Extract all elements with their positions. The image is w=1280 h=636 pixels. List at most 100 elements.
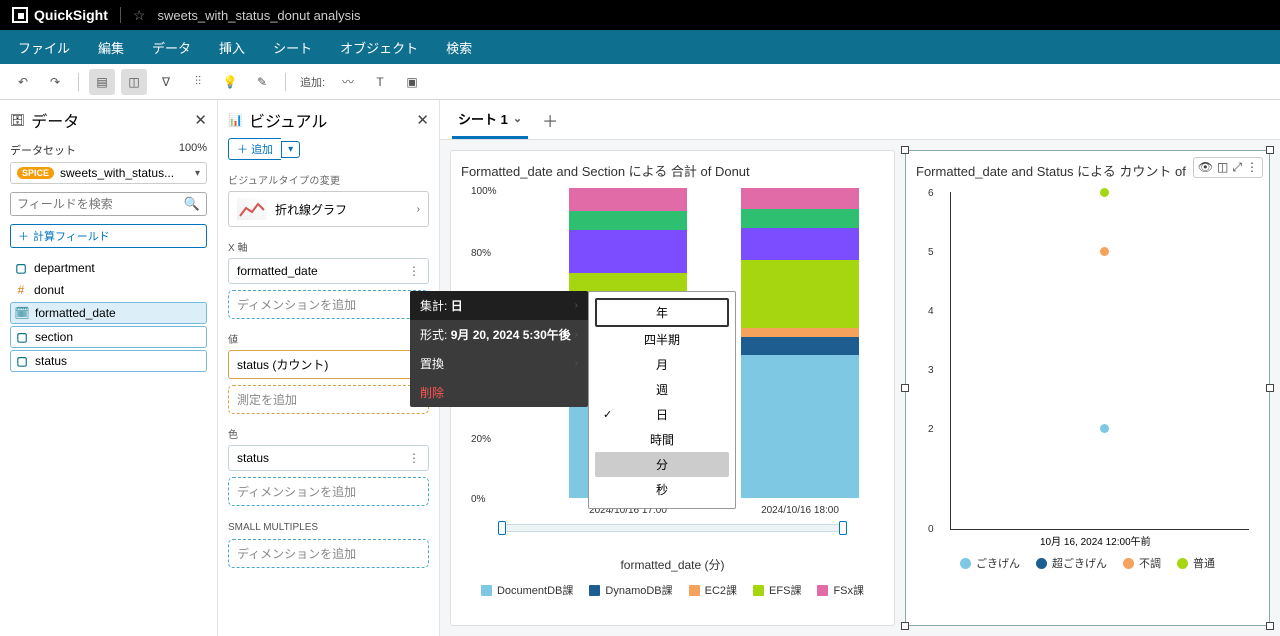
- close-visual-panel[interactable]: ✕: [416, 111, 429, 129]
- xaxis-field-well[interactable]: formatted_date ⋮: [228, 258, 429, 284]
- parameters-icon[interactable]: ⫶⫶: [185, 69, 211, 95]
- ctx-delete[interactable]: 削除: [410, 378, 588, 407]
- resize-handle[interactable]: [901, 146, 909, 154]
- field-list: ▢department #donut 🗓formatted_date ▢sect…: [10, 258, 207, 372]
- field-status[interactable]: ▢status: [10, 350, 207, 372]
- agg-quarter[interactable]: 四半期: [595, 327, 729, 352]
- resize-handle[interactable]: [901, 622, 909, 630]
- chart-plot: 6 5 4 3 2 0 10月 16, 2024 12:00午前: [950, 186, 1259, 546]
- color-field-well[interactable]: status ⋮: [228, 445, 429, 471]
- search-icon: 🔍: [184, 196, 200, 212]
- add-sheet-button[interactable]: ＋: [536, 108, 564, 132]
- resize-handle[interactable]: [1266, 622, 1274, 630]
- string-icon: ▢: [15, 354, 29, 368]
- redo-button[interactable]: ↷: [42, 69, 68, 95]
- actions-icon[interactable]: ✎: [249, 69, 275, 95]
- menu-edit[interactable]: 編集: [98, 38, 124, 57]
- brand: QuickSight: [12, 7, 108, 23]
- canvas: シート 1 ⌄ ＋ Formatted_date and Section による…: [440, 100, 1280, 636]
- resize-handle[interactable]: [901, 384, 909, 392]
- chart-count-by-status[interactable]: 👁 ◫ ⤢ ⋮ Formatted_date and Status による カウ…: [905, 150, 1270, 626]
- settings-icon[interactable]: ◫: [1217, 160, 1228, 175]
- number-icon: #: [14, 283, 28, 297]
- range-slider[interactable]: [501, 524, 844, 532]
- more-icon[interactable]: ⋮: [408, 264, 420, 278]
- x-tick: 10月 16, 2024 12:00午前: [1040, 533, 1151, 548]
- data-point: [1100, 188, 1109, 197]
- value-label: 値: [228, 331, 429, 346]
- menu-sheet[interactable]: シート: [273, 38, 312, 57]
- sheet-tab-1[interactable]: シート 1 ⌄: [452, 101, 528, 139]
- ctx-replace[interactable]: 置換 ›: [410, 349, 588, 378]
- menu-object[interactable]: オブジェクト: [340, 38, 418, 57]
- separator: [78, 73, 79, 91]
- swatch-icon: [817, 585, 828, 596]
- add-text-icon[interactable]: T: [367, 69, 393, 95]
- small-multiples-add[interactable]: ディメンションを追加: [228, 539, 429, 568]
- agg-year[interactable]: 年: [595, 298, 729, 327]
- menubar: ファイル 編集 データ 挿入 シート オブジェクト 検索: [0, 30, 1280, 64]
- add-line-icon[interactable]: 〰: [335, 69, 361, 95]
- filter-icon[interactable]: ∇: [153, 69, 179, 95]
- favorite-icon[interactable]: ☆: [133, 7, 146, 24]
- chevron-right-icon: ›: [575, 358, 578, 369]
- slider-grip-left[interactable]: [498, 521, 506, 535]
- small-multiples-label: SMALL MULTIPLES: [228, 522, 429, 533]
- field-department[interactable]: ▢department: [10, 258, 207, 278]
- add-label: 追加:: [296, 74, 329, 90]
- visual-type-select[interactable]: 折れ線グラフ ›: [228, 191, 429, 227]
- dataset-chip[interactable]: SPICE sweets_with_status... ▾: [10, 162, 207, 184]
- field-formatted-date[interactable]: 🗓formatted_date: [10, 302, 207, 324]
- value-add-measure[interactable]: 測定を追加: [228, 385, 429, 414]
- slider-grip-right[interactable]: [839, 521, 847, 535]
- value-field-well[interactable]: status (カウント) ⋮: [228, 350, 429, 379]
- add-image-icon[interactable]: ▣: [399, 69, 425, 95]
- chart-title: Formatted_date and Section による 合計 of Don…: [461, 161, 884, 180]
- legend: ごきげん 超ごきげん 不調 普通: [916, 555, 1259, 571]
- data-point: [1100, 424, 1109, 433]
- agg-minute[interactable]: 分: [595, 452, 729, 477]
- menu-data[interactable]: データ: [152, 38, 191, 57]
- toggle-visual-panel[interactable]: ◫: [121, 69, 147, 95]
- undo-button[interactable]: ↶: [10, 69, 36, 95]
- menu-insert[interactable]: 挿入: [219, 38, 245, 57]
- swatch-icon: [753, 585, 764, 596]
- more-icon[interactable]: ⋮: [1246, 160, 1258, 175]
- color-add-dimension[interactable]: ディメンションを追加: [228, 477, 429, 506]
- field-search[interactable]: 🔍: [10, 192, 207, 216]
- agg-month[interactable]: 月: [595, 352, 729, 377]
- dataset-percent: 100%: [179, 142, 207, 158]
- ctx-format[interactable]: 形式: 9月 20, 2024 5:30午後 ›: [410, 320, 588, 349]
- agg-day[interactable]: ✓日: [595, 402, 729, 427]
- visual-panel-title: ビジュアル: [249, 108, 410, 132]
- check-icon: ✓: [603, 408, 612, 421]
- maximize-icon[interactable]: 👁: [1198, 160, 1213, 175]
- chevron-right-icon: ›: [575, 300, 578, 311]
- color-label: 色: [228, 426, 429, 441]
- agg-hour[interactable]: 時間: [595, 427, 729, 452]
- menu-file[interactable]: ファイル: [18, 38, 70, 57]
- data-panel-title: データ: [31, 108, 188, 132]
- chevron-down-icon[interactable]: ▾: [281, 141, 300, 158]
- xaxis-add-dimension[interactable]: ディメンションを追加: [228, 290, 429, 319]
- resize-handle[interactable]: [1266, 146, 1274, 154]
- ctx-aggregate[interactable]: 集計: 日 ›: [410, 291, 588, 320]
- agg-week[interactable]: 週: [595, 377, 729, 402]
- menu-search[interactable]: 検索: [446, 38, 472, 57]
- insights-icon[interactable]: 💡: [217, 69, 243, 95]
- brand-text: QuickSight: [34, 7, 108, 23]
- field-donut[interactable]: #donut: [10, 280, 207, 300]
- agg-second[interactable]: 秒: [595, 477, 729, 502]
- chevron-down-icon[interactable]: ⌄: [513, 112, 522, 125]
- field-section[interactable]: ▢section: [10, 326, 207, 348]
- resize-handle[interactable]: [1266, 384, 1274, 392]
- search-input[interactable]: [17, 197, 184, 211]
- toggle-data-panel[interactable]: ▤: [89, 69, 115, 95]
- expand-icon[interactable]: ⤢: [1232, 160, 1242, 175]
- close-data-panel[interactable]: ✕: [194, 111, 207, 129]
- calc-field-button[interactable]: ＋ 計算フィールド: [10, 224, 207, 248]
- add-visual-button[interactable]: ＋ 追加 ▾: [228, 138, 429, 160]
- data-point: [1100, 247, 1109, 256]
- more-icon[interactable]: ⋮: [408, 451, 420, 465]
- toolbar: ↶ ↷ ▤ ◫ ∇ ⫶⫶ 💡 ✎ 追加: 〰 T ▣: [0, 64, 1280, 100]
